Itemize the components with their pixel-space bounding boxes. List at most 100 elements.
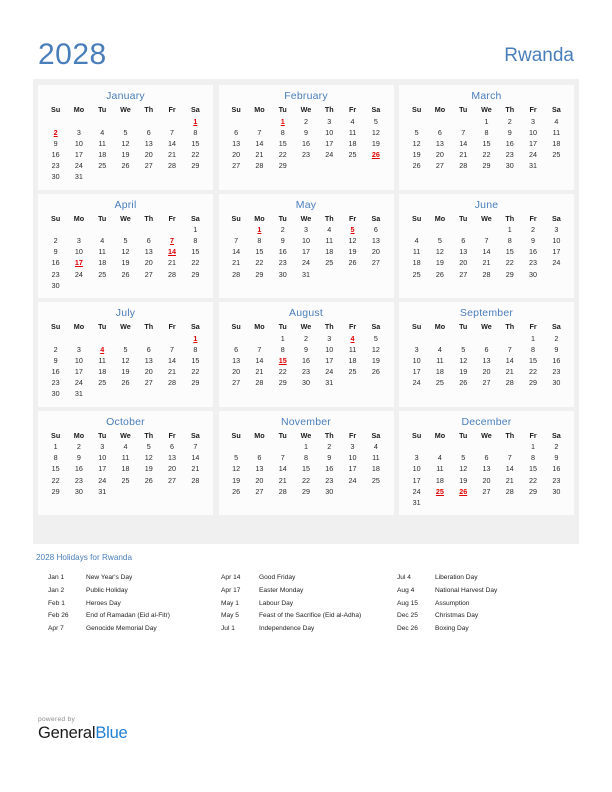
day-cell[interactable]: 6 <box>452 236 475 247</box>
day-cell[interactable]: 1 <box>475 116 498 127</box>
day-cell[interactable]: 3 <box>405 344 428 355</box>
day-cell[interactable]: 24 <box>294 258 317 269</box>
day-cell[interactable]: 19 <box>452 366 475 377</box>
day-cell[interactable]: 31 <box>521 160 544 171</box>
day-cell[interactable]: 6 <box>160 442 183 453</box>
day-cell[interactable]: 3 <box>341 442 364 453</box>
day-cell[interactable]: 22 <box>294 475 317 486</box>
day-cell[interactable]: 7 <box>498 344 521 355</box>
day-cell[interactable]: 13 <box>248 464 271 475</box>
day-cell[interactable]: 18 <box>91 149 114 160</box>
day-cell[interactable]: 17 <box>521 138 544 149</box>
day-cell[interactable]: 30 <box>294 378 317 389</box>
day-cell[interactable]: 8 <box>498 236 521 247</box>
day-cell[interactable]: 20 <box>137 258 160 269</box>
day-cell[interactable]: 30 <box>67 486 90 497</box>
day-cell[interactable]: 27 <box>364 258 387 269</box>
day-cell[interactable]: 9 <box>498 127 521 138</box>
day-cell[interactable]: 24 <box>318 149 341 160</box>
month-card-november[interactable]: November Su Mo Tu We Th Fr Sa 1 2 3 4 5 6 7 8 9 10 11 12 13 1… <box>218 410 394 516</box>
day-cell[interactable]: 23 <box>44 269 67 280</box>
day-cell[interactable]: 12 <box>137 453 160 464</box>
day-cell[interactable]: 25 <box>91 160 114 171</box>
day-cell[interactable]: 21 <box>475 258 498 269</box>
day-cell[interactable]: 5 <box>452 344 475 355</box>
day-cell[interactable]: 8 <box>44 453 67 464</box>
day-cell[interactable]: 18 <box>545 138 568 149</box>
day-cell[interactable]: 11 <box>114 453 137 464</box>
day-cell[interactable]: 3 <box>294 225 317 236</box>
day-cell[interactable]: 2 <box>521 225 544 236</box>
day-cell[interactable]: 11 <box>364 453 387 464</box>
day-cell-holiday[interactable]: 1 <box>184 116 207 127</box>
day-cell[interactable]: 13 <box>225 355 248 366</box>
day-cell[interactable]: 25 <box>91 378 114 389</box>
day-cell[interactable]: 9 <box>44 355 67 366</box>
day-cell[interactable]: 11 <box>318 236 341 247</box>
day-cell[interactable]: 3 <box>318 116 341 127</box>
day-cell-holiday[interactable]: 5 <box>341 225 364 236</box>
day-cell[interactable]: 10 <box>318 344 341 355</box>
day-cell[interactable]: 12 <box>114 138 137 149</box>
day-cell[interactable]: 2 <box>271 225 294 236</box>
day-cell[interactable]: 11 <box>341 344 364 355</box>
day-cell[interactable]: 29 <box>475 160 498 171</box>
day-cell[interactable]: 22 <box>498 258 521 269</box>
day-cell[interactable]: 16 <box>318 464 341 475</box>
day-cell[interactable]: 25 <box>91 269 114 280</box>
day-cell[interactable]: 1 <box>521 333 544 344</box>
day-cell[interactable]: 27 <box>225 160 248 171</box>
day-cell[interactable]: 15 <box>184 247 207 258</box>
day-cell[interactable]: 28 <box>160 269 183 280</box>
day-cell[interactable]: 4 <box>114 442 137 453</box>
day-cell[interactable]: 15 <box>521 355 544 366</box>
day-cell[interactable]: 7 <box>452 127 475 138</box>
day-cell[interactable]: 28 <box>498 486 521 497</box>
day-cell[interactable]: 31 <box>67 389 90 400</box>
day-cell-holiday[interactable]: 25 <box>428 486 451 497</box>
day-cell[interactable]: 15 <box>184 138 207 149</box>
day-cell-holiday[interactable]: 26 <box>452 486 475 497</box>
day-cell[interactable]: 6 <box>137 236 160 247</box>
day-cell[interactable]: 14 <box>248 138 271 149</box>
day-cell[interactable]: 20 <box>160 464 183 475</box>
day-cell[interactable]: 3 <box>405 453 428 464</box>
day-cell[interactable]: 18 <box>405 258 428 269</box>
day-cell[interactable]: 9 <box>67 453 90 464</box>
day-cell[interactable]: 3 <box>67 344 90 355</box>
day-cell[interactable]: 10 <box>341 453 364 464</box>
day-cell[interactable]: 2 <box>545 333 568 344</box>
day-cell[interactable]: 23 <box>294 149 317 160</box>
month-card-september[interactable]: September Su Mo Tu We Th Fr Sa 1 2 3 4 5 6 7 8 9 10 11 12 13… <box>399 302 574 407</box>
day-cell[interactable]: 9 <box>294 127 317 138</box>
day-cell[interactable]: 16 <box>44 149 67 160</box>
day-cell[interactable]: 29 <box>521 486 544 497</box>
day-cell[interactable]: 26 <box>114 269 137 280</box>
month-card-december[interactable]: December Su Mo Tu We Th Fr Sa 1 2 3 4 5 6 7 8 9 10 11 12 13 1… <box>399 410 574 516</box>
day-cell[interactable]: 25 <box>428 378 451 389</box>
day-cell[interactable]: 3 <box>67 236 90 247</box>
day-cell[interactable]: 9 <box>545 453 568 464</box>
day-cell[interactable]: 4 <box>428 453 451 464</box>
day-cell[interactable]: 22 <box>184 258 207 269</box>
day-cell[interactable]: 15 <box>498 247 521 258</box>
month-card-february[interactable]: February Su Mo Tu We Th Fr Sa 1 2 3 4 5 6 7 8 9 10 11 12 13 1… <box>218 85 394 190</box>
day-cell[interactable]: 30 <box>498 160 521 171</box>
day-cell-holiday[interactable]: 26 <box>364 149 387 160</box>
day-cell[interactable]: 8 <box>184 344 207 355</box>
day-cell[interactable]: 12 <box>114 247 137 258</box>
day-cell[interactable]: 11 <box>341 127 364 138</box>
day-cell[interactable]: 23 <box>271 258 294 269</box>
day-cell[interactable]: 30 <box>44 389 67 400</box>
day-cell[interactable]: 18 <box>91 366 114 377</box>
day-cell[interactable]: 13 <box>475 464 498 475</box>
day-cell[interactable]: 6 <box>428 127 451 138</box>
day-cell[interactable]: 12 <box>428 247 451 258</box>
day-cell[interactable]: 18 <box>364 464 387 475</box>
day-cell-holiday[interactable]: 7 <box>160 236 183 247</box>
day-cell[interactable]: 30 <box>44 280 67 291</box>
day-cell[interactable]: 25 <box>364 475 387 486</box>
day-cell[interactable]: 30 <box>545 486 568 497</box>
day-cell[interactable]: 19 <box>225 475 248 486</box>
day-cell[interactable]: 17 <box>67 366 90 377</box>
